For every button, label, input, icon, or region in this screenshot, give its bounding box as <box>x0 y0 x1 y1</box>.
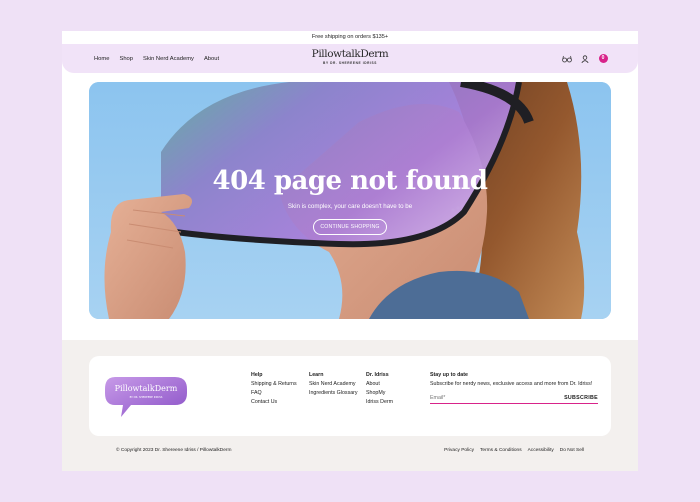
nav-home[interactable]: Home <box>94 56 109 62</box>
site-footer: PillowtalkDerm BY DR. SHEREENE IDRISS He… <box>62 340 638 471</box>
footer-heading-help: Help <box>251 372 263 378</box>
brand-name: PillowtalkDerm <box>311 48 389 60</box>
nav-skin-nerd-academy[interactable]: Skin Nerd Academy <box>143 56 194 62</box>
footer-link-about[interactable]: About <box>366 380 393 389</box>
privacy-policy-link[interactable]: Privacy Policy <box>444 448 474 453</box>
footer-link-shopmy[interactable]: ShopMy <box>366 389 393 398</box>
footer-heading-dr-idriss: Dr. Idriss <box>366 372 389 378</box>
terms-conditions-link[interactable]: Terms & Conditions <box>480 448 522 453</box>
hero-banner: 404 page not found Skin is complex, your… <box>89 82 611 319</box>
brand-logo[interactable]: PillowtalkDerm BY DR. SHEREENE IDRISS <box>311 48 389 66</box>
cart-icon[interactable]: 0 <box>598 54 608 64</box>
footer-col-learn: Learn Skin Nerd Academy Ingredients Glos… <box>309 371 358 398</box>
legal-links: Privacy Policy Terms & Conditions Access… <box>444 448 584 453</box>
nav-about[interactable]: About <box>204 56 219 62</box>
continue-shopping-button[interactable]: CONTINUE SHOPPING <box>313 219 387 235</box>
footer-heading-learn: Learn <box>309 372 324 378</box>
footer-link-shipping-returns[interactable]: Shipping & Returns <box>251 380 297 389</box>
footer-logo-text: PillowtalkDerm <box>115 384 178 393</box>
footer-logo-byline: BY DR. SHEREENE IDRISS <box>130 395 163 399</box>
hero-title: 404 page not found <box>212 166 488 196</box>
accessibility-link[interactable]: Accessibility <box>528 448 554 453</box>
do-not-sell-link[interactable]: Do Not Sell <box>560 448 584 453</box>
footer-link-ingredients-glossary[interactable]: Ingredients Glossary <box>309 389 358 398</box>
announcement-bar: Free shipping on orders $135+ <box>62 31 638 44</box>
newsletter-text: Subscribe for nerdy news, exclusive acce… <box>430 381 593 387</box>
newsletter-heading: Stay up to date <box>430 372 468 378</box>
brand-byline: BY DR. SHEREENE IDRISS <box>323 61 377 65</box>
header-icons: 0 <box>562 44 608 73</box>
cart-count-badge: 0 <box>598 54 608 63</box>
footer-link-faq[interactable]: FAQ <box>251 389 297 398</box>
subscribe-button[interactable]: SUBSCRIBE <box>564 395 598 401</box>
footer-col-help: Help Shipping & Returns FAQ Contact Us <box>251 371 297 407</box>
main-nav: Home Shop Skin Nerd Academy About <box>94 44 219 73</box>
user-icon[interactable] <box>580 54 590 64</box>
newsletter-form: SUBSCRIBE <box>430 393 598 404</box>
footer-logo-icon[interactable]: PillowtalkDerm BY DR. SHEREENE IDRISS <box>103 375 189 426</box>
footer-link-idriss-derm[interactable]: Idriss Derm <box>366 398 393 407</box>
footer-link-contact-us[interactable]: Contact Us <box>251 398 297 407</box>
copyright: © Copyright 2023 Dr. Shereene Idriss / P… <box>116 448 232 453</box>
footer-card: PillowtalkDerm BY DR. SHEREENE IDRISS He… <box>89 356 611 436</box>
footer-col-dr-idriss: Dr. Idriss About ShopMy Idriss Derm <box>366 371 393 407</box>
newsletter: Stay up to date Subscribe for nerdy news… <box>430 371 600 389</box>
footer-link-skin-nerd-academy[interactable]: Skin Nerd Academy <box>309 380 358 389</box>
nav-shop[interactable]: Shop <box>119 56 133 62</box>
search-icon[interactable] <box>562 54 572 64</box>
site-header: Home Shop Skin Nerd Academy About Pillow… <box>62 44 638 73</box>
email-field[interactable] <box>430 395 540 401</box>
hero-subtitle: Skin is complex, your care doesn't have … <box>287 203 413 210</box>
hero-image <box>89 82 611 319</box>
page: Free shipping on orders $135+ Home Shop … <box>62 31 638 471</box>
